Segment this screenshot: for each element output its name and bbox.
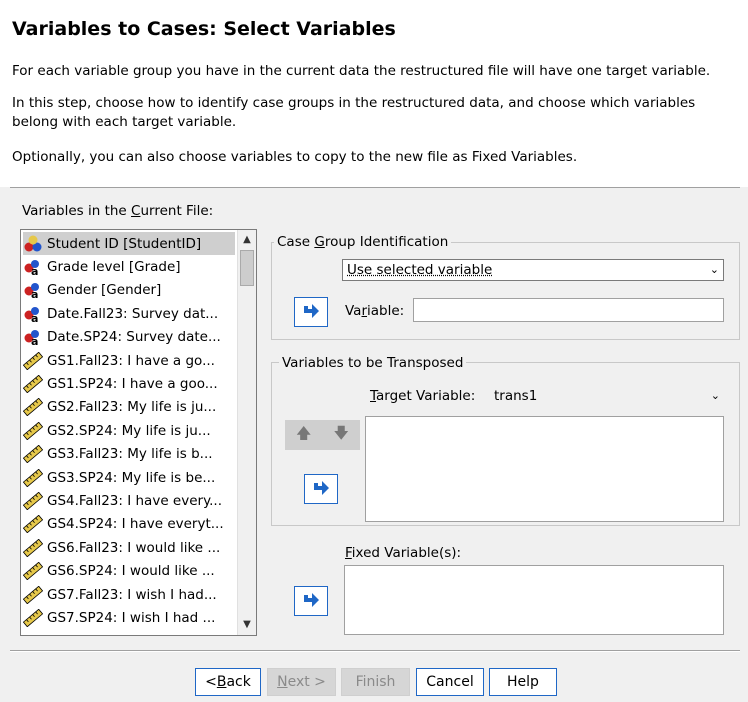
arrow-right-icon bbox=[304, 304, 319, 318]
scroll-thumb[interactable] bbox=[240, 250, 254, 286]
next-button[interactable]: Next > bbox=[267, 668, 336, 696]
intro-paragraph-3: Optionally, you can also choose variable… bbox=[12, 149, 578, 165]
variable-list-item-label: GS4.SP24: I have everyt... bbox=[47, 516, 224, 533]
scale-ruler-icon bbox=[23, 515, 44, 534]
variable-list-item-label: GS6.SP24: I would like ... bbox=[47, 563, 215, 580]
scale-ruler-icon bbox=[23, 398, 44, 417]
svg-text:a: a bbox=[31, 288, 38, 299]
scale-ruler-icon bbox=[23, 468, 44, 487]
arrow-right-icon bbox=[314, 481, 329, 495]
scale-ruler-icon bbox=[23, 374, 44, 394]
variable-list-item-label: GS7.Fall23: I wish I had... bbox=[47, 586, 217, 603]
target-variable-label: Target Variable: bbox=[370, 388, 476, 404]
case-group-method-value: Use selected variable bbox=[347, 262, 493, 278]
back-button[interactable]: < Back bbox=[195, 668, 261, 696]
variable-list-item[interactable]: Student ID [StudentID] bbox=[23, 232, 235, 255]
svg-text:a: a bbox=[31, 312, 38, 323]
variable-list-item[interactable]: GS3.SP24: My life is be... bbox=[23, 466, 235, 489]
scale-ruler-icon bbox=[23, 351, 44, 370]
target-variable-value: trans1 bbox=[494, 388, 538, 404]
scale-ruler-icon bbox=[23, 561, 44, 581]
transposed-variables-list[interactable] bbox=[365, 416, 724, 522]
header-panel: Variables to Cases: Select Variables For… bbox=[0, 0, 748, 187]
chevron-down-icon: ⌄ bbox=[709, 263, 719, 276]
fixed-variables-label: Fixed Variable(s): bbox=[345, 545, 462, 561]
fixed-variables-list[interactable] bbox=[344, 565, 724, 635]
scale-ruler-icon bbox=[23, 538, 44, 557]
scale-ruler-icon bbox=[23, 585, 44, 604]
svg-text:a: a bbox=[31, 265, 38, 276]
scroll-down-icon[interactable]: ▼ bbox=[239, 617, 255, 633]
target-variable-dropdown[interactable]: trans1 ⌄ bbox=[489, 385, 725, 407]
finish-button[interactable]: Finish bbox=[341, 668, 410, 696]
page-title: Variables to Cases: Select Variables bbox=[12, 18, 396, 40]
nominal-icon bbox=[23, 235, 43, 253]
variable-list-item[interactable]: GS2.SP24: My life is ju... bbox=[23, 419, 235, 442]
scale-ruler-icon bbox=[23, 444, 44, 464]
ordinal-string-icon: a bbox=[23, 305, 43, 325]
scroll-up-icon[interactable]: ▲ bbox=[239, 232, 255, 248]
variable-list-item[interactable]: GS4.Fall23: I have every... bbox=[23, 489, 235, 512]
variable-list-item-label: GS6.Fall23: I would like ... bbox=[47, 539, 221, 556]
divider bbox=[10, 187, 740, 188]
move-to-variable-button[interactable] bbox=[294, 297, 328, 327]
case-group-title: Case Group Identification bbox=[274, 234, 452, 250]
case-group-variable-field[interactable] bbox=[413, 298, 724, 322]
cancel-button[interactable]: Cancel bbox=[416, 668, 484, 696]
variable-list-item-label: GS2.Fall23: My life is ju... bbox=[47, 399, 217, 416]
variable-list-item[interactable]: a Date.Fall23: Survey dat... bbox=[23, 302, 235, 325]
chevron-down-icon: ⌄ bbox=[710, 389, 720, 402]
variable-list-item[interactable]: GS1.SP24: I have a goo... bbox=[23, 372, 235, 395]
source-variable-list[interactable]: ▲ ▼ Student ID [StudentID] a Grade level [… bbox=[20, 229, 257, 636]
ordinal-string-icon: a bbox=[23, 328, 43, 348]
ordinal-string-icon: a bbox=[23, 281, 43, 301]
variable-list-item[interactable]: a Gender [Gender] bbox=[23, 279, 235, 302]
variable-list-item[interactable]: GS4.SP24: I have everyt... bbox=[23, 513, 235, 536]
case-group-method-dropdown[interactable]: Use selected variable ⌄ bbox=[342, 259, 724, 281]
variable-label: Variable: bbox=[345, 303, 405, 319]
variable-list-item[interactable]: GS1.Fall23: I have a go... bbox=[23, 349, 235, 372]
variable-list-item-label: GS4.Fall23: I have every... bbox=[47, 492, 223, 509]
variable-list-item[interactable]: a Date.SP24: Survey date... bbox=[23, 326, 235, 349]
scale-ruler-icon bbox=[23, 421, 44, 440]
move-to-transposed-button[interactable] bbox=[304, 474, 338, 504]
svg-text:a: a bbox=[31, 335, 38, 346]
move-down-icon[interactable]: 🡇 bbox=[334, 423, 349, 448]
variable-list-item-label: GS2.SP24: My life is ju... bbox=[47, 422, 211, 439]
variable-list-item[interactable]: a Grade level [Grade] bbox=[23, 255, 235, 278]
transposed-title: Variables to be Transposed bbox=[279, 355, 467, 371]
arrow-right-icon bbox=[304, 593, 319, 607]
variable-list-item-label: Gender [Gender] bbox=[47, 282, 162, 299]
variable-list-item[interactable]: GS7.SP24: I wish I had ... bbox=[23, 606, 235, 629]
variable-list-item-label: GS7.SP24: I wish I had ... bbox=[47, 609, 216, 626]
scale-ruler-icon bbox=[23, 608, 44, 628]
move-to-fixed-button[interactable] bbox=[294, 586, 328, 616]
variable-list-item-label: Grade level [Grade] bbox=[47, 258, 181, 275]
variable-list-item-label: GS1.SP24: I have a goo... bbox=[47, 375, 218, 392]
scale-ruler-icon bbox=[23, 491, 44, 511]
vertical-scrollbar[interactable]: ▲ ▼ bbox=[237, 230, 256, 635]
ordinal-string-icon: a bbox=[23, 258, 43, 278]
variable-list-item[interactable]: GS6.Fall23: I would like ... bbox=[23, 536, 235, 559]
variable-list-item[interactable]: GS7.Fall23: I wish I had... bbox=[23, 583, 235, 606]
intro-paragraph-2: In this step, choose how to identify cas… bbox=[12, 95, 696, 130]
reorder-buttons[interactable]: 🡅 🡇 bbox=[285, 420, 360, 450]
source-list-label: Variables in the Current File: bbox=[22, 203, 214, 219]
move-up-icon[interactable]: 🡅 bbox=[296, 423, 311, 448]
variable-list-item[interactable]: GS2.Fall23: My life is ju... bbox=[23, 396, 235, 419]
divider-highlight bbox=[10, 651, 740, 652]
variable-list-item[interactable]: GS3.Fall23: My life is b... bbox=[23, 443, 235, 466]
variable-list-item-label: GS1.Fall23: I have a go... bbox=[47, 352, 215, 369]
variable-list-item-label: Date.Fall23: Survey dat... bbox=[47, 305, 219, 322]
variable-list-item-label: Date.SP24: Survey date... bbox=[47, 329, 221, 346]
help-button[interactable]: Help bbox=[489, 668, 557, 696]
variable-list-item-label: Student ID [StudentID] bbox=[47, 235, 202, 252]
case-group-identification-group bbox=[271, 242, 740, 340]
variable-list-item-label: GS3.Fall23: My life is b... bbox=[47, 446, 213, 463]
variable-list-item-label: GS3.SP24: My life is be... bbox=[47, 469, 216, 486]
intro-paragraph-1: For each variable group you have in the … bbox=[12, 63, 711, 79]
variable-list-item[interactable]: GS6.SP24: I would like ... bbox=[23, 560, 235, 583]
